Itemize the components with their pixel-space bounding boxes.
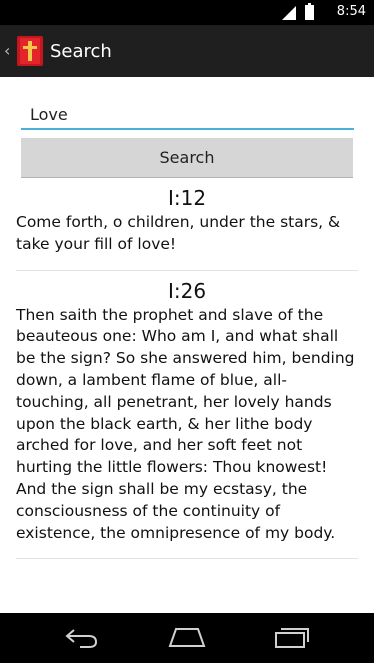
signal-icon [282,6,296,20]
recents-icon[interactable] [272,625,312,651]
status-bar: 8:54 [0,0,374,25]
verse-reference: I:26 [167,278,207,303]
screen-title: Search [50,41,112,62]
result-item[interactable]: I:12 Come forth, o children, under the s… [0,184,374,256]
result-item[interactable]: I:26 Then saith the prophet and slave of… [0,277,374,545]
verse-text: Then saith the prophet and slave of the … [16,305,355,542]
divider [16,269,358,271]
search-button[interactable]: Search [21,138,353,178]
app-icon[interactable] [15,35,45,67]
verse-reference: I:12 [167,186,207,210]
divider [16,558,358,560]
up-navigation-icon[interactable]: ‹ [4,41,10,60]
navigation-bar [0,613,374,663]
search-input[interactable] [21,100,354,130]
results-list: I:12 Come forth, o children, under the s… [0,184,374,565]
back-icon[interactable] [62,625,102,649]
verse-text: Come forth, o children, under the stars,… [16,213,341,253]
status-time: 8:54 [336,4,366,19]
battery-icon [305,3,314,20]
action-bar: ‹ Search [0,25,374,77]
home-icon[interactable] [166,625,208,649]
